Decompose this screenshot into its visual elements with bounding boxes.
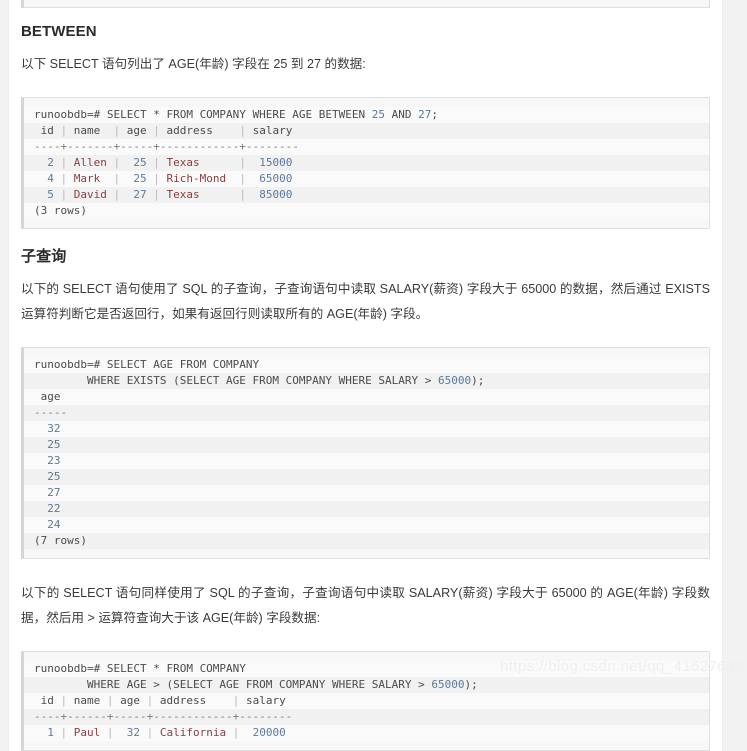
- code-line: 27: [24, 485, 709, 501]
- code-line: 1 | Paul | 32 | California | 20000: [24, 725, 709, 741]
- code-line: 4 | Mark | 25 | Rich-Mond | 65000: [24, 171, 709, 187]
- code-line: id | name | age | address | salary: [24, 693, 709, 709]
- code-line: 25: [24, 437, 709, 453]
- code-line: 23: [24, 453, 709, 469]
- code-line: 2 | Allen | 25 | Texas | 15000: [24, 155, 709, 171]
- code-content-subquery-exists: runoobdb=# SELECT AGE FROM COMPANY WHERE…: [24, 357, 709, 549]
- code-block-subquery-gt[interactable]: runoobdb=# SELECT * FROM COMPANY WHERE A…: [21, 651, 710, 751]
- code-line: 22: [24, 501, 709, 517]
- code-line: (7 rows): [24, 533, 709, 549]
- code-line: 25: [24, 469, 709, 485]
- code-block-subquery-exists[interactable]: runoobdb=# SELECT AGE FROM COMPANY WHERE…: [21, 347, 710, 559]
- code-line: WHERE AGE > (SELECT AGE FROM COMPANY WHE…: [24, 677, 709, 693]
- section-paragraph-subquery: 以下的 SELECT 语句使用了 SQL 的子查询，子查询语句中读取 SALAR…: [21, 282, 710, 321]
- code-content-subquery-gt: runoobdb=# SELECT * FROM COMPANY WHERE A…: [24, 661, 709, 741]
- code-line: 24: [24, 517, 709, 533]
- clipped-code-block-top: [21, 0, 710, 8]
- section-heading-between: BETWEEN: [21, 23, 97, 40]
- code-line: runoobdb=# SELECT * FROM COMPANY WHERE A…: [24, 107, 709, 123]
- page-background: BETWEEN 以下 SELECT 语句列出了 AGE(年龄) 字段在 25 到…: [0, 0, 747, 751]
- code-block-between[interactable]: runoobdb=# SELECT * FROM COMPANY WHERE A…: [21, 97, 710, 229]
- code-line: age: [24, 389, 709, 405]
- section-paragraph-subquery-gt: 以下的 SELECT 语句同样使用了 SQL 的子查询，子查询语句中读取 SAL…: [21, 586, 710, 625]
- code-line: 5 | David | 27 | Texas | 85000: [24, 187, 709, 203]
- code-line: ----+-------+-----+------------+--------: [24, 139, 709, 155]
- code-line: (3 rows): [24, 203, 709, 219]
- code-line: runoobdb=# SELECT * FROM COMPANY: [24, 661, 709, 677]
- code-line: -----: [24, 405, 709, 421]
- code-line: 32: [24, 421, 709, 437]
- section-paragraph-between: 以下 SELECT 语句列出了 AGE(年龄) 字段在 25 到 27 的数据:: [21, 57, 366, 71]
- code-line: WHERE EXISTS (SELECT AGE FROM COMPANY WH…: [24, 373, 709, 389]
- section-heading-subquery: 子查询: [21, 248, 67, 265]
- code-line: runoobdb=# SELECT AGE FROM COMPANY: [24, 357, 709, 373]
- content-column: BETWEEN 以下 SELECT 语句列出了 AGE(年龄) 字段在 25 到…: [8, 0, 723, 751]
- code-content-between: runoobdb=# SELECT * FROM COMPANY WHERE A…: [24, 107, 709, 219]
- code-line: id | name | age | address | salary: [24, 123, 709, 139]
- code-line: ----+------+-----+------------+--------: [24, 709, 709, 725]
